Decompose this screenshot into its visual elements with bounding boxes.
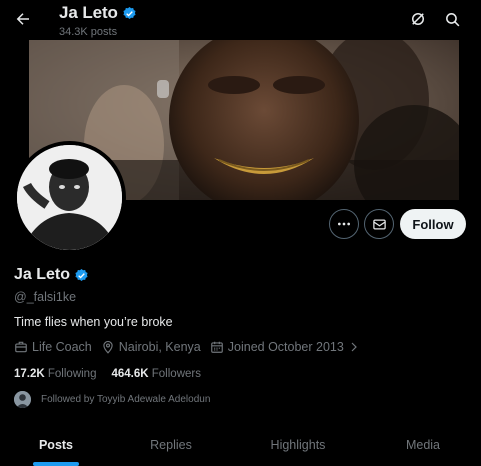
profile-meta: Life Coach Nairobi, Kenya Joined October… — [14, 340, 369, 354]
tab-highlights[interactable]: Highlights — [262, 426, 334, 466]
occupation-text: Life Coach — [32, 340, 92, 354]
briefcase-icon — [15, 341, 27, 353]
follow-button[interactable]: Follow — [400, 209, 466, 239]
arrow-left-icon — [16, 13, 29, 25]
profile-page: Ja Leto 34.3K posts Follow Ja Leto @_fal… — [0, 0, 481, 466]
header-title: Ja Leto 34.3K posts — [59, 3, 137, 38]
grok-icon — [412, 13, 424, 25]
location-pin-icon — [103, 340, 113, 354]
following-link[interactable]: 17.2K Following — [14, 368, 96, 380]
follower-avatar — [14, 391, 31, 408]
profile-avatar[interactable] — [13, 141, 126, 254]
search-button[interactable] — [441, 8, 463, 30]
posts-count: 34.3K posts — [59, 26, 118, 38]
follow-stats: 17.2K Following 464.6K Followers — [14, 368, 216, 380]
followers-label: Followers — [151, 368, 201, 380]
calendar-icon — [210, 341, 223, 353]
location-item: Nairobi, Kenya — [101, 340, 201, 354]
verified-badge-icon[interactable] — [74, 268, 89, 283]
profile-tabs: Posts Replies Highlights Media — [0, 426, 481, 466]
following-label: Following — [47, 368, 97, 380]
profile-display-name: Ja Leto — [14, 266, 71, 283]
top-bar: Ja Leto 34.3K posts — [0, 0, 481, 40]
tab-replies[interactable]: Replies — [142, 426, 200, 466]
joined-text: Joined October 2013 — [227, 340, 344, 354]
followers-link[interactable]: 464.6K Followers — [111, 368, 201, 380]
message-button[interactable] — [364, 209, 394, 239]
profile-name-row: Ja Leto — [14, 266, 89, 284]
followed-by-text: Followed by Toyyib Adewale Adelodun — [41, 394, 211, 405]
search-icon — [445, 12, 459, 26]
tab-posts[interactable]: Posts — [33, 426, 79, 466]
tab-media[interactable]: Media — [397, 426, 449, 466]
profile-handle: @_falsi1ke — [14, 290, 77, 304]
back-button[interactable] — [10, 6, 36, 32]
grok-button[interactable] — [407, 8, 429, 30]
message-icon — [372, 219, 386, 229]
more-icon — [338, 222, 350, 226]
more-button[interactable] — [329, 209, 359, 239]
verified-badge-icon — [123, 6, 136, 19]
header-display-name: Ja Leto — [59, 3, 118, 22]
joined-item[interactable]: Joined October 2013 — [210, 340, 360, 354]
active-tab-indicator — [33, 462, 79, 466]
followers-count: 464.6K — [111, 368, 149, 380]
occupation-item: Life Coach — [14, 340, 92, 354]
profile-bio: Time flies when you’re broke — [14, 315, 173, 329]
chevron-right-icon — [351, 342, 357, 352]
followed-by[interactable]: Followed by Toyyib Adewale Adelodun — [14, 391, 210, 408]
location-text: Nairobi, Kenya — [118, 340, 201, 354]
following-count: 17.2K — [14, 368, 45, 380]
